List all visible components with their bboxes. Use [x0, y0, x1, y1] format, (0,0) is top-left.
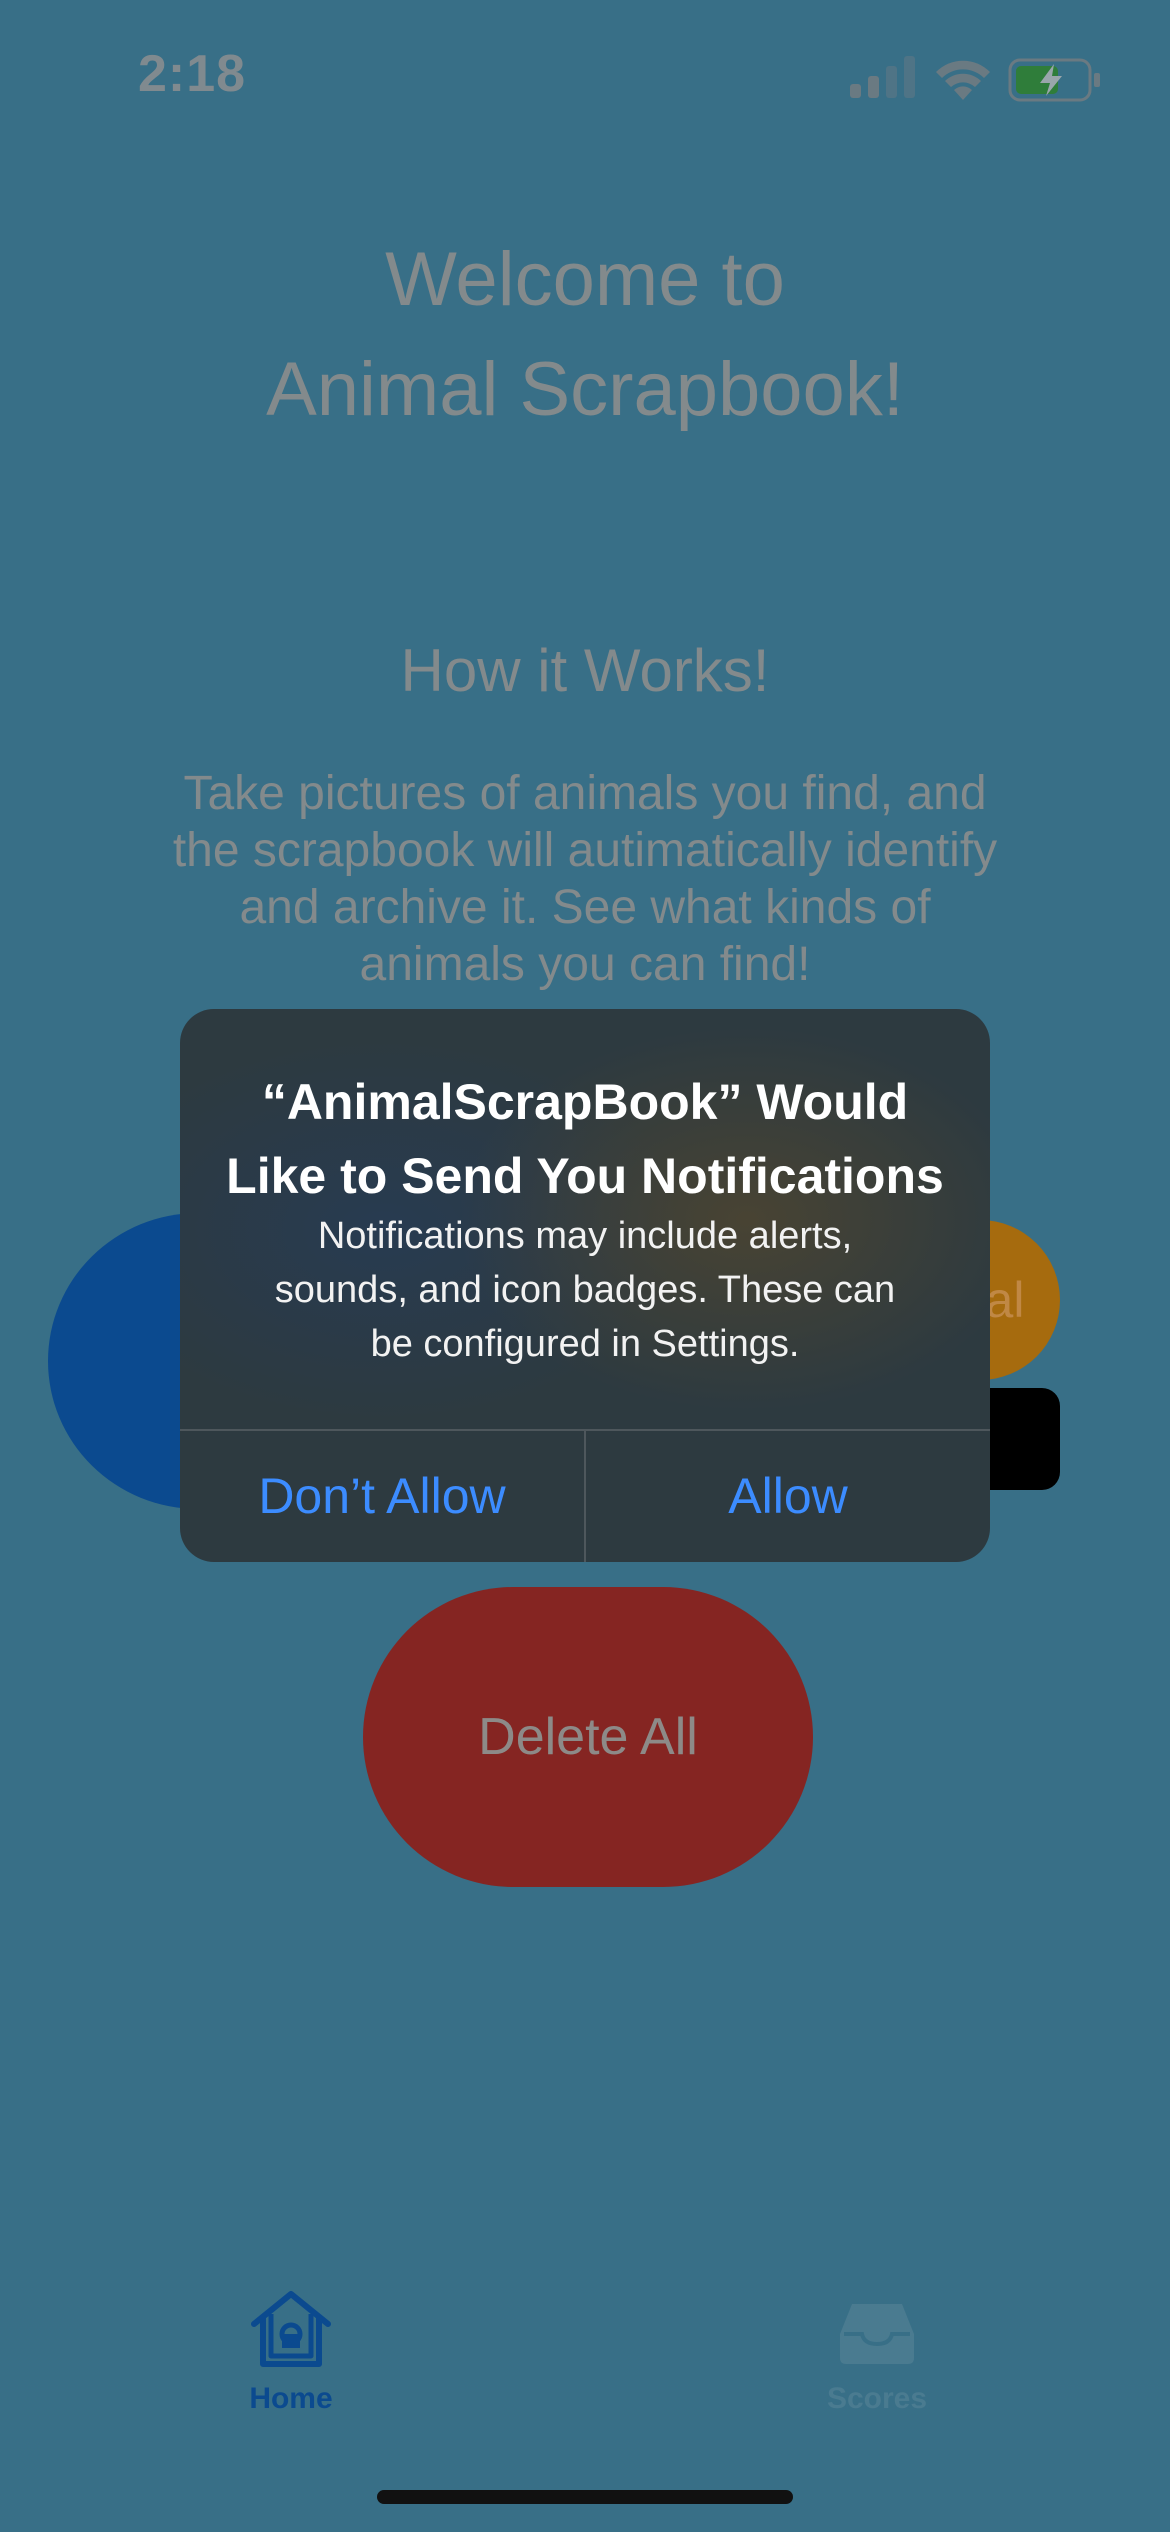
- orange-button-label: al: [985, 1272, 1025, 1328]
- tray-icon: [840, 2304, 914, 2364]
- dont-allow-button[interactable]: Don’t Allow: [180, 1431, 584, 1562]
- notification-permission-alert: “AnimalScrapBook” Would Like to Send You…: [180, 1009, 990, 1562]
- allow-button[interactable]: Allow: [586, 1431, 990, 1562]
- battery-charging-icon: [1008, 58, 1100, 102]
- tab-home[interactable]: Home: [141, 2290, 441, 2416]
- alert-title: “AnimalScrapBook” Would Like to Send You…: [226, 1074, 944, 1204]
- tab-scores[interactable]: Scores: [727, 2290, 1027, 2416]
- delete-all-label: Delete All: [478, 1708, 698, 1766]
- cellular-signal-icon: [850, 56, 915, 98]
- home-indicator[interactable]: [377, 2490, 793, 2504]
- delete-all-button[interactable]: Delete All: [363, 1587, 813, 1887]
- wifi-icon: [936, 60, 990, 100]
- how-it-works-heading: How it Works!: [400, 637, 770, 704]
- tab-home-label: Home: [249, 2382, 333, 2415]
- how-it-works-description: Take pictures of animals you find, and t…: [172, 767, 998, 991]
- status-time: 2:18: [138, 45, 247, 103]
- status-icons: [850, 56, 1100, 104]
- house-icon: [251, 2291, 331, 2367]
- tab-scores-label: Scores: [826, 2382, 928, 2415]
- alert-message: Notifications may include alerts, sounds…: [274, 1215, 896, 1365]
- welcome-title: Welcome to Animal Scrapbook!: [266, 237, 904, 432]
